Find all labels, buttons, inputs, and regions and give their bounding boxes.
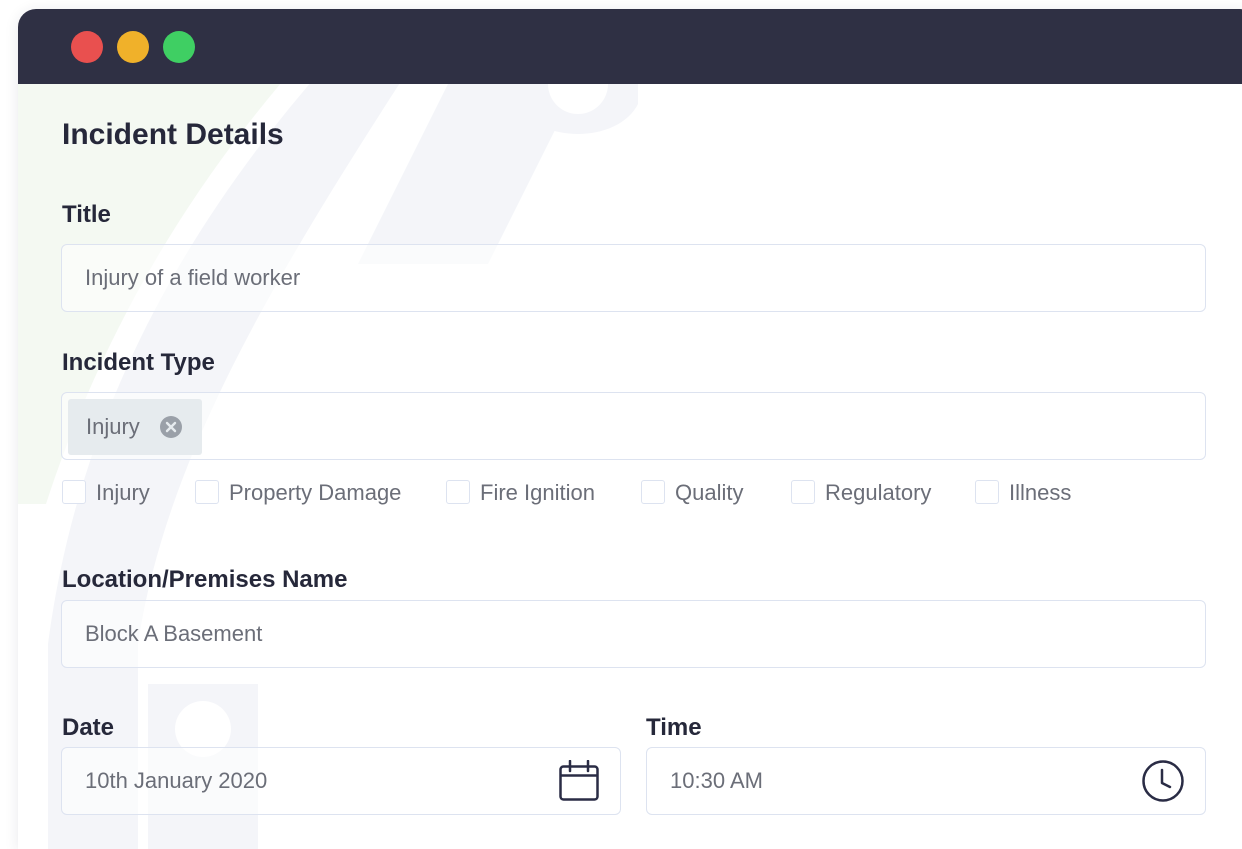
location-value: Block A Basement — [85, 621, 263, 646]
checkbox-box[interactable] — [975, 480, 999, 504]
checkbox-label: Regulatory — [825, 480, 932, 505]
title-bar — [18, 9, 1242, 84]
page-title: Incident Details — [62, 118, 284, 151]
checkbox-box[interactable] — [791, 480, 815, 504]
title-value: Injury of a field worker — [85, 265, 301, 290]
app-window: Incident Details Title Injury of a field… — [18, 9, 1242, 849]
checkbox-box[interactable] — [446, 480, 470, 504]
checkbox-label: Fire Ignition — [480, 480, 595, 505]
incident-type-field[interactable]: Injury — [61, 392, 1206, 460]
time-label: Time — [646, 714, 702, 741]
date-value: 10th January 2020 — [85, 768, 268, 793]
checkbox-label: Property Damage — [229, 480, 402, 505]
incident-type-options: Injury Property Damage Fire Ignition Qua… — [62, 477, 1162, 507]
location-field[interactable]: Block A Basement — [61, 600, 1206, 668]
title-field[interactable]: Injury of a field worker — [61, 244, 1206, 312]
location-label: Location/Premises Name — [62, 566, 348, 593]
calendar-icon[interactable] — [558, 760, 600, 802]
clock-icon[interactable] — [1141, 759, 1185, 803]
time-field[interactable]: 10:30 AM — [646, 747, 1206, 815]
incident-type-chip: Injury — [68, 399, 202, 455]
incident-form: Incident Details Title Injury of a field… — [18, 84, 1242, 849]
maximize-window-button[interactable] — [163, 31, 195, 63]
close-circle-icon[interactable] — [160, 416, 182, 438]
minimize-window-button[interactable] — [117, 31, 149, 63]
time-value: 10:30 AM — [670, 768, 763, 793]
checkbox-box[interactable] — [195, 480, 219, 504]
checkbox-box[interactable] — [62, 480, 86, 504]
checkbox-label: Injury — [96, 480, 150, 505]
checkbox-label: Illness — [1009, 480, 1072, 505]
incident-type-label: Incident Type — [62, 349, 215, 376]
checkbox-box[interactable] — [641, 480, 665, 504]
checkbox-label: Quality — [675, 480, 744, 505]
date-label: Date — [62, 714, 115, 741]
title-label: Title — [62, 201, 111, 228]
chip-label: Injury — [86, 414, 140, 439]
date-field[interactable]: 10th January 2020 — [61, 747, 621, 815]
close-window-button[interactable] — [71, 31, 103, 63]
